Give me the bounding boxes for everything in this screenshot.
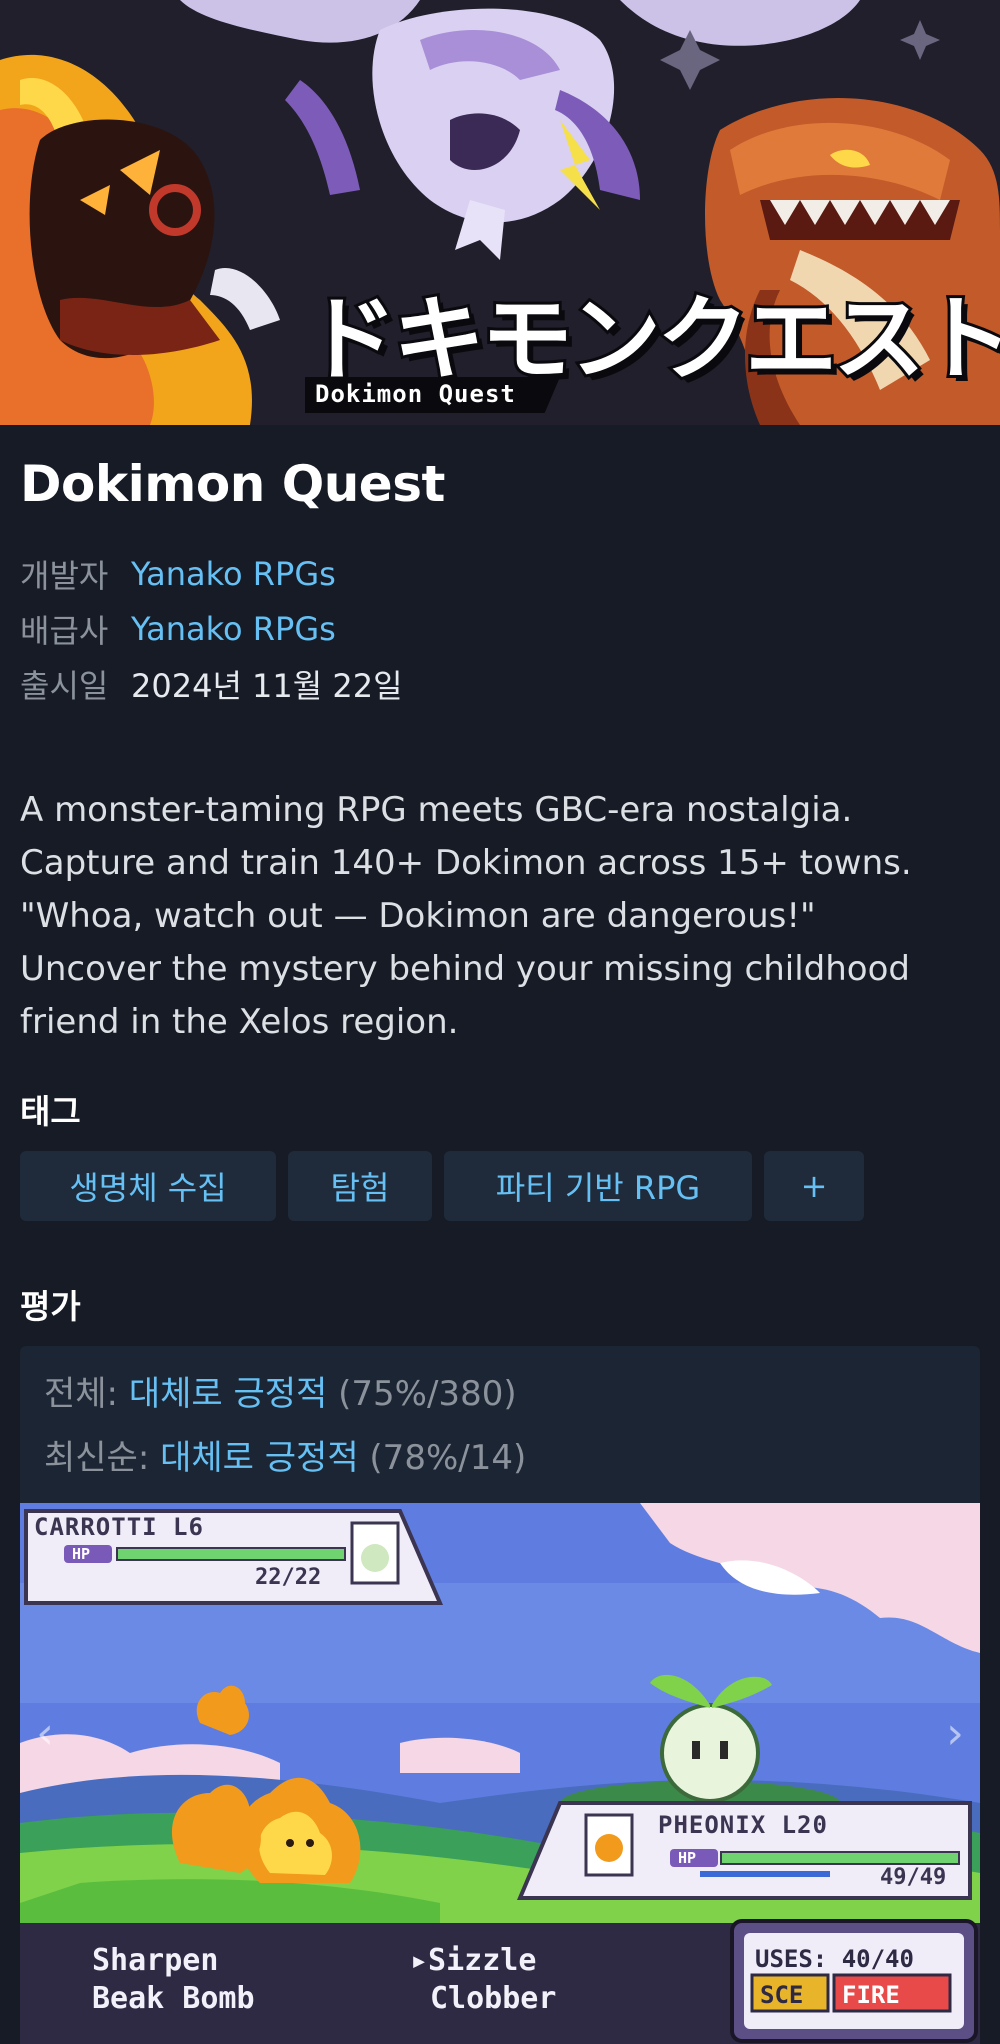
game-logo: ドキモンクエスト Dokimon Quest <box>295 245 1000 420</box>
hero-banner: ドキモンクエスト Dokimon Quest <box>0 0 1000 425</box>
tag-exploration[interactable]: 탐험 <box>288 1151 432 1221</box>
recent-label: 최신순: <box>44 1438 150 1478</box>
overall-review-link[interactable]: 대체로 긍정적 <box>129 1374 328 1414</box>
move-option: Sharpen <box>92 1943 219 1978</box>
enemy-hp-value: 22/22 <box>255 1565 322 1590</box>
developer-label: 개발자 <box>20 557 109 595</box>
release-label: 출시일 <box>20 667 109 705</box>
move-option: Beak Bomb <box>92 1981 255 2016</box>
release-row: 출시일 2024년 11월 22일 <box>20 662 403 706</box>
overall-label: 전체: <box>44 1374 119 1414</box>
move-uses: USES: 40/40 <box>755 1945 914 1973</box>
publisher-row: 배급사 Yanako RPGs <box>20 607 336 651</box>
description-line: A monster-taming RPG meets GBC-era nosta… <box>20 790 853 830</box>
game-title: Dokimon Quest <box>20 455 445 513</box>
chevron-left-icon[interactable]: ‹ <box>20 1703 70 1763</box>
screenshot-carousel[interactable]: CARROTTI L6 HP 22/22 PHEONIX L20 HP 49/4… <box>20 1503 980 2044</box>
enemy-hp-tag: HP <box>72 1545 91 1563</box>
game-description: A monster-taming RPG meets GBC-era nosta… <box>20 784 980 1049</box>
description-line: "Whoa, watch out — Dokimon are dangerous… <box>20 896 816 936</box>
tag-more-button[interactable]: + <box>764 1151 864 1221</box>
move-option: Clobber <box>430 1981 557 2016</box>
recent-review-link[interactable]: 대체로 긍정적 <box>160 1438 359 1478</box>
reviews-panel: 전체: 대체로 긍정적 (75%/380) 최신순: 대체로 긍정적 (78%/… <box>20 1346 980 1504</box>
tags-heading: 태그 <box>20 1092 81 1131</box>
publisher-label: 배급사 <box>20 612 109 650</box>
player-hp-tag: HP <box>678 1849 697 1867</box>
move-category-badge: SCE <box>760 1981 804 2009</box>
tag-list: 생명체 수집 탐험 파티 기반 RPG + <box>20 1151 864 1221</box>
recent-review-row: 최신순: 대체로 긍정적 (78%/14) <box>44 1430 526 1479</box>
developer-link[interactable]: Yanako RPGs <box>131 555 336 593</box>
player-name: PHEONIX L20 <box>658 1811 828 1839</box>
description-line: Uncover the mystery behind your missing … <box>20 949 910 989</box>
move-type-badge: FIRE <box>842 1981 900 2009</box>
enemy-name: CARROTTI L6 <box>34 1513 204 1541</box>
tag-creature-collector[interactable]: 생명체 수집 <box>20 1151 276 1221</box>
overall-detail: (75%/380) <box>338 1374 517 1414</box>
tag-party-based-rpg[interactable]: 파티 기반 RPG <box>444 1151 752 1221</box>
player-hp-value: 49/49 <box>880 1865 947 1890</box>
description-line: Capture and train 140+ Dokimon across 15… <box>20 843 912 883</box>
publisher-link[interactable]: Yanako RPGs <box>131 610 336 648</box>
recent-detail: (78%/14) <box>369 1438 527 1478</box>
reviews-heading: 평가 <box>20 1287 81 1326</box>
overall-review-row: 전체: 대체로 긍정적 (75%/380) <box>44 1366 517 1415</box>
logo-english-text: Dokimon Quest <box>315 380 516 408</box>
developer-row: 개발자 Yanako RPGs <box>20 552 336 596</box>
description-line: friend in the Xelos region. <box>20 1002 459 1042</box>
chevron-right-icon[interactable]: › <box>930 1703 980 1763</box>
move-option: ▸Sizzle <box>410 1943 537 1978</box>
release-date: 2024년 11월 22일 <box>131 667 403 705</box>
